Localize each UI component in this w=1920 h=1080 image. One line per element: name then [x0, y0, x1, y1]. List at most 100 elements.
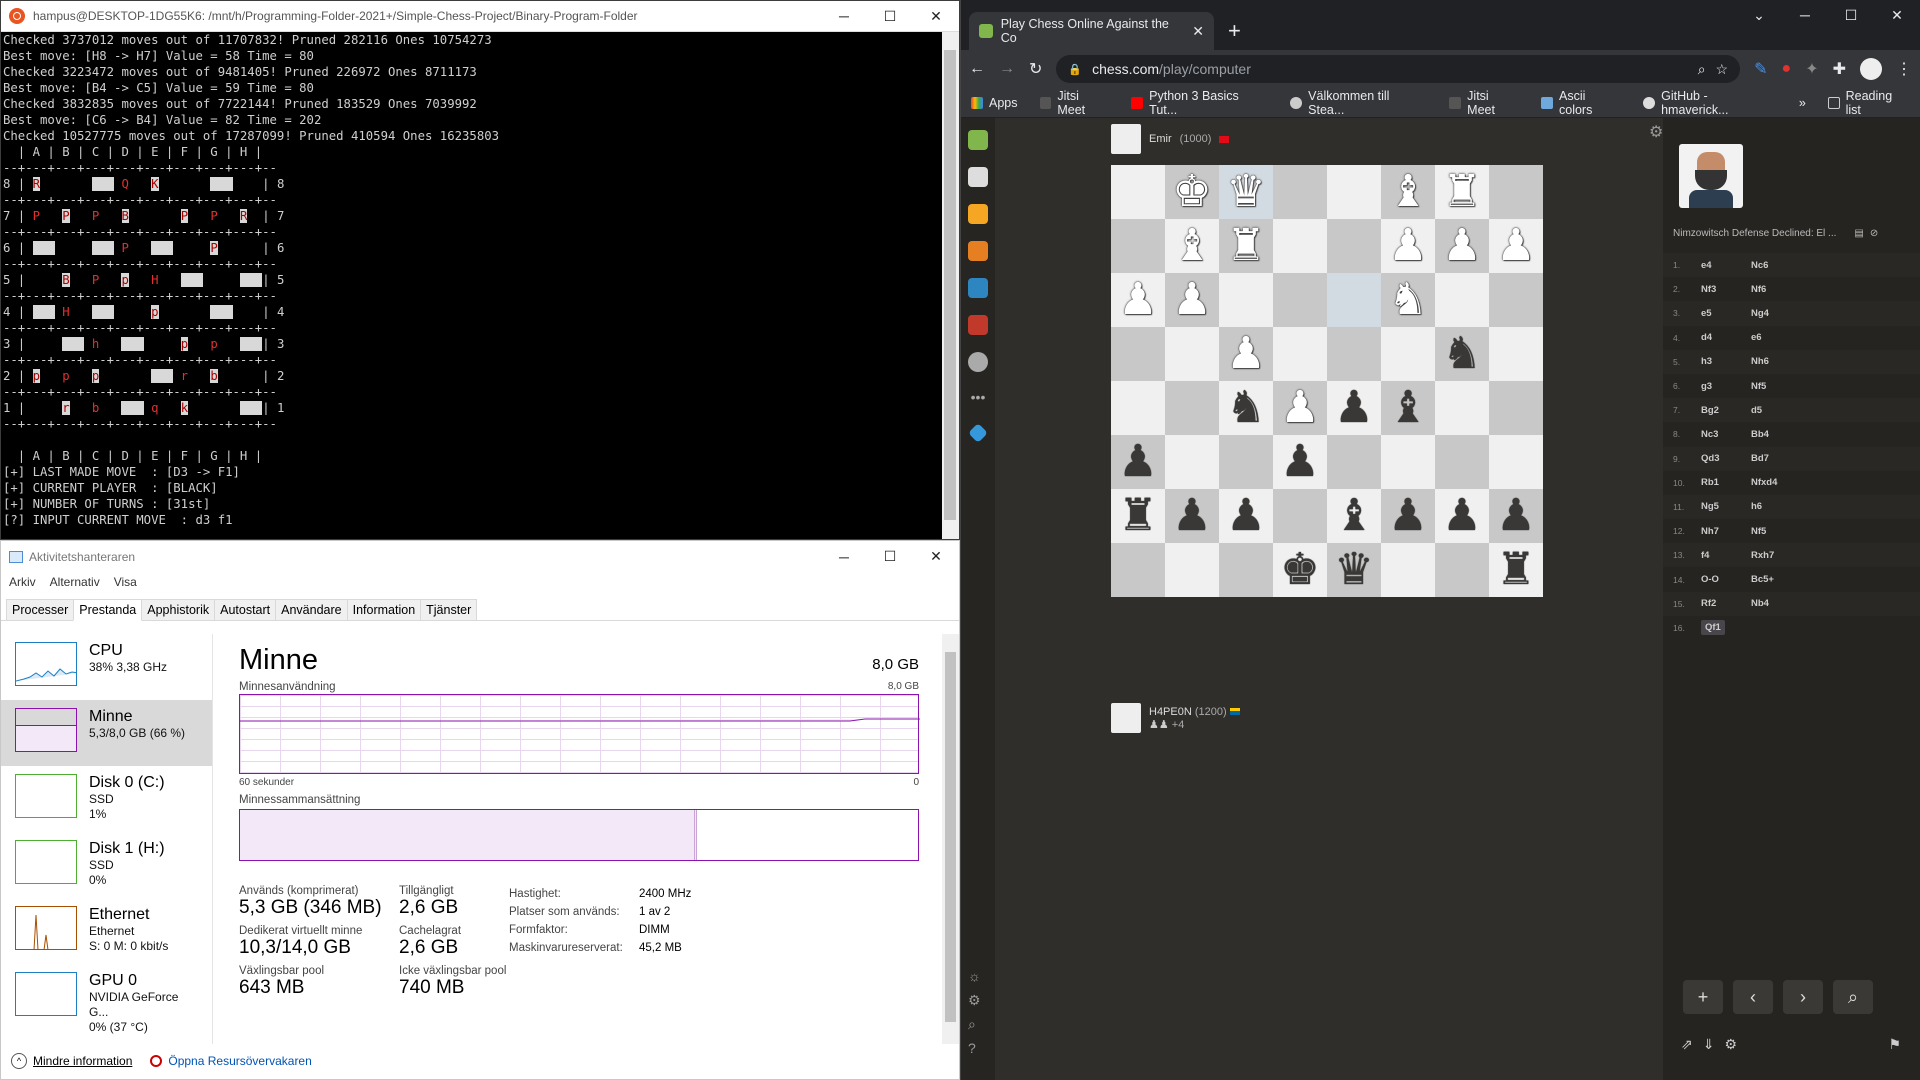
extensions-puzzle-icon[interactable]: ✚ — [1833, 59, 1846, 79]
black-move[interactable]: Bd7 — [1751, 453, 1769, 464]
resource-item[interactable]: Disk 0 (C:) SSD 1% — [1, 766, 212, 832]
white-move[interactable]: e4 — [1701, 260, 1712, 271]
chess-logo-icon[interactable] — [968, 130, 988, 150]
board-square[interactable] — [1381, 435, 1435, 489]
black-rook-icon[interactable]: ♜ — [1489, 543, 1543, 597]
black-move[interactable]: e6 — [1751, 332, 1762, 343]
bookmark-item[interactable]: Välkommen till Stea... — [1290, 89, 1427, 117]
zoom-icon[interactable]: ⌕ — [1698, 61, 1706, 78]
resource-item[interactable]: Ethernet Ethernet S: 0 M: 0 kbit/s — [1, 898, 212, 964]
tab-services[interactable]: Tjänster — [420, 599, 478, 620]
board-square[interactable] — [1327, 165, 1381, 219]
bookmark-star-icon[interactable]: ☆ — [1716, 61, 1729, 78]
taskmanager-titlebar[interactable]: Aktivitetshanteraren ─ ☐ ✕ — [1, 541, 959, 572]
maximize-button[interactable]: ☐ — [867, 542, 913, 572]
resource-item[interactable]: Minne 5,3/8,0 GB (66 %) — [1, 700, 212, 766]
board-square[interactable] — [1219, 273, 1273, 327]
board-square[interactable] — [1489, 435, 1543, 489]
board-square[interactable] — [1435, 543, 1489, 597]
terminal-titlebar[interactable]: hampus@DESKTOP-1DG55K6: /mnt/h/Programmi… — [1, 1, 959, 32]
black-queen-icon[interactable]: ♛ — [1327, 543, 1381, 597]
white-move[interactable]: d4 — [1701, 332, 1712, 343]
board-square[interactable] — [1273, 273, 1327, 327]
resign-flag-icon[interactable]: ⚑ — [1888, 1036, 1901, 1053]
address-bar[interactable]: 🔒 chess.com/play/computer ⌕ ☆ — [1056, 55, 1741, 83]
board-square[interactable] — [1219, 435, 1273, 489]
black-king-icon[interactable]: ♚ — [1273, 543, 1327, 597]
board-square[interactable] — [1165, 327, 1219, 381]
settings-icon[interactable]: ⚙ — [968, 988, 981, 1012]
new-game-button[interactable]: + — [1683, 980, 1723, 1014]
tab-app-history[interactable]: Apphistorik — [141, 599, 216, 620]
menu-kebab-icon[interactable]: ⋮ — [1896, 59, 1912, 79]
bookmarks-overflow[interactable]: » — [1799, 96, 1806, 110]
next-move-button[interactable]: › — [1783, 980, 1823, 1014]
watch-icon[interactable] — [968, 315, 988, 335]
white-pawn-icon[interactable]: ♟ — [1165, 273, 1219, 327]
tab-performance[interactable]: Prestanda — [73, 599, 143, 621]
black-pawn-icon[interactable]: ♟ — [1111, 435, 1165, 489]
minimize-button[interactable]: ─ — [821, 542, 867, 572]
white-pawn-icon[interactable]: ♟ — [1219, 327, 1273, 381]
board-square[interactable] — [1165, 435, 1219, 489]
black-move[interactable]: Rxh7 — [1751, 550, 1774, 561]
tab-users[interactable]: Användare — [275, 599, 348, 620]
browser-tab[interactable]: Play Chess Online Against the Co ✕ — [969, 12, 1214, 50]
board-square[interactable] — [1273, 219, 1327, 273]
tab-processes[interactable]: Processer — [6, 599, 75, 620]
analysis-button[interactable]: ⌕ — [1833, 980, 1873, 1014]
share-icon[interactable]: ⇗ — [1681, 1036, 1693, 1053]
white-pawn-icon[interactable]: ♟ — [1435, 219, 1489, 273]
close-tab-icon[interactable]: ✕ — [1192, 23, 1204, 40]
close-button[interactable]: ✕ — [913, 542, 959, 572]
board-square[interactable] — [1111, 327, 1165, 381]
white-move[interactable]: Qd3 — [1701, 453, 1719, 464]
reload-icon[interactable]: ↻ — [1029, 59, 1042, 79]
white-bishop-icon[interactable]: ♝ — [1165, 219, 1219, 273]
bookmark-item[interactable]: Python 3 Basics Tut... — [1131, 89, 1268, 117]
board-square[interactable] — [1435, 273, 1489, 327]
maximize-button[interactable]: ☐ — [1828, 0, 1874, 30]
book-icon[interactable]: ▤ — [1854, 228, 1863, 239]
menu-item[interactable]: Alternativ — [50, 575, 100, 589]
black-rook-icon[interactable]: ♜ — [1111, 489, 1165, 543]
black-pawn-icon[interactable]: ♟ — [1273, 435, 1327, 489]
board-square[interactable] — [1381, 543, 1435, 597]
bookmark-item[interactable]: Ascii colors — [1541, 89, 1621, 117]
black-move[interactable]: Nc6 — [1751, 260, 1768, 271]
download-icon[interactable]: ⇓ — [1703, 1036, 1715, 1053]
board-square[interactable] — [1327, 273, 1381, 327]
black-pawn-icon[interactable]: ♟ — [1165, 489, 1219, 543]
white-pawn-icon[interactable]: ♟ — [1381, 219, 1435, 273]
extension-icon[interactable]: ✎ — [1754, 59, 1767, 79]
board-square[interactable] — [1381, 327, 1435, 381]
reading-list[interactable]: Reading list — [1827, 89, 1910, 117]
board-square[interactable] — [1435, 435, 1489, 489]
white-queen-icon[interactable]: ♛ — [1219, 165, 1273, 219]
board-square[interactable] — [1273, 165, 1327, 219]
black-pawn-icon[interactable]: ♟ — [1219, 489, 1273, 543]
board-square[interactable] — [1219, 543, 1273, 597]
white-rook-icon[interactable]: ♜ — [1435, 165, 1489, 219]
board-square[interactable] — [1111, 219, 1165, 273]
white-move[interactable]: h3 — [1701, 356, 1712, 367]
puzzles-icon[interactable] — [968, 204, 988, 224]
menu-item[interactable]: Visa — [114, 575, 137, 589]
board-square[interactable] — [1327, 435, 1381, 489]
minimize-button[interactable]: ─ — [821, 1, 867, 31]
black-move[interactable]: Nf5 — [1751, 381, 1766, 392]
black-move[interactable]: h6 — [1751, 501, 1762, 512]
board-square[interactable] — [1273, 489, 1327, 543]
search-icon[interactable]: ⌕ — [968, 1012, 981, 1036]
board-square[interactable] — [1327, 327, 1381, 381]
close-button[interactable]: ✕ — [1874, 0, 1920, 30]
black-knight-icon[interactable]: ♞ — [1435, 327, 1489, 381]
extension-icon[interactable]: ● — [1782, 60, 1792, 78]
white-move[interactable]: O-O — [1701, 574, 1719, 585]
board-square[interactable] — [1165, 543, 1219, 597]
brightness-icon[interactable]: ☼ — [968, 964, 981, 988]
white-move[interactable]: Nf3 — [1701, 284, 1716, 295]
chess-board[interactable]: ♚ ♛ ♝ ♜ ♝ ♜ ♟ ♟ ♟ ♟ ♟ ♞ ♟ ♞ ♞ ♟ ♟ ♝ ♟ ♟ ♜ ♟ ♟ ♝ ♟ ♟ ♟ ♚ ♛ ♜ — [1111, 165, 1543, 597]
white-pawn-icon[interactable]: ♟ — [1489, 219, 1543, 273]
white-move[interactable]: Rb1 — [1701, 477, 1719, 488]
